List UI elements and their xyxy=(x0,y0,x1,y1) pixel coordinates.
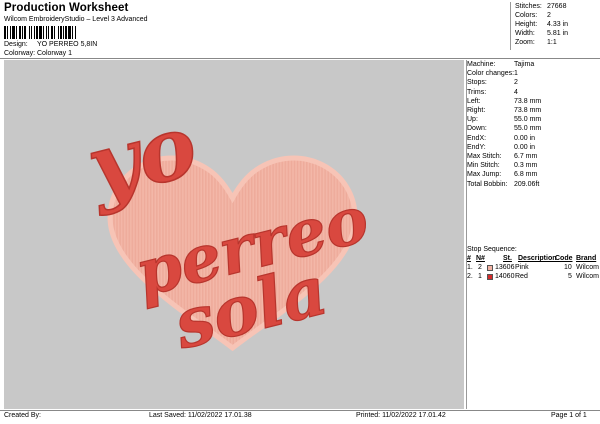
design-label: Design: xyxy=(4,41,28,48)
col-needle: N# xyxy=(476,255,485,262)
colorway-value: Colorway 1 xyxy=(37,50,73,57)
color-swatch xyxy=(487,265,493,271)
last-saved: Last Saved: 11/02/2022 17.01.38 xyxy=(149,412,252,419)
stat-width: Width: 5.81 in xyxy=(515,30,569,37)
created-by: Created By: xyxy=(4,412,41,419)
embroidery-design: yo perreo sola xyxy=(75,94,376,366)
worksheet-page: Production Worksheet Wilcom EmbroiderySt… xyxy=(0,0,600,424)
page-number: Page 1 of 1 xyxy=(551,412,587,419)
col-description: Description xyxy=(518,255,557,262)
software-name: Wilcom EmbroideryStudio – Level 3 Advanc… xyxy=(4,16,148,23)
col-st: St. xyxy=(503,255,512,262)
stat-zoom: Zoom: 1:1 xyxy=(515,39,557,46)
stat-colors: Colors: 2 xyxy=(515,12,551,19)
stat-height: Height: 4.33 in xyxy=(515,21,569,28)
header-divider xyxy=(0,58,600,59)
design-value: YO PERREO 5,8IN xyxy=(37,41,98,48)
stat-stitches: Stitches: 27668 xyxy=(515,3,567,10)
footer-divider xyxy=(0,410,600,411)
stats-box: Stitches: 27668 Colors: 2 Height: 4.33 in W… xyxy=(510,2,598,50)
printed-date: Printed: 11/02/2022 17.01.42 xyxy=(356,412,446,419)
page-title: Production Worksheet xyxy=(4,2,129,14)
col-num: # xyxy=(467,255,471,262)
details-panel: Machine: Tajima Color changes: 1 Stops: 2 Trim… xyxy=(466,60,600,409)
col-code: Code xyxy=(555,255,573,262)
color-swatch xyxy=(487,274,493,280)
col-brand: Brand xyxy=(576,255,597,262)
barcode xyxy=(4,26,127,39)
design-preview: yo perreo sola xyxy=(4,60,464,409)
colorway-label: Colorway: xyxy=(4,50,36,57)
